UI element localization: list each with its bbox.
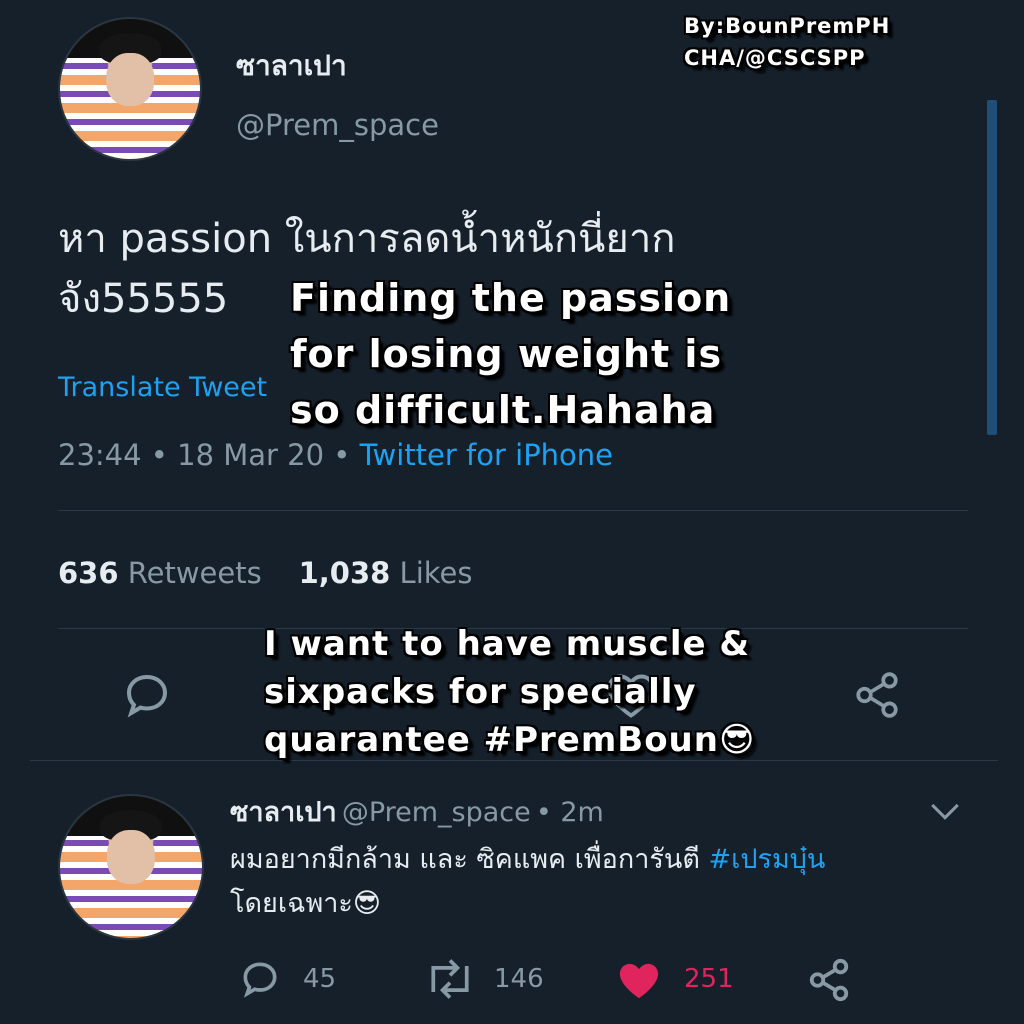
- user-handle[interactable]: @Prem_space: [236, 108, 439, 142]
- retweet-icon[interactable]: [424, 958, 476, 1000]
- heart-icon[interactable]: [616, 960, 662, 1002]
- credit-line2: CHA/@CSCSPP: [684, 46, 866, 70]
- divider: [58, 510, 968, 511]
- reply-caption-line2: sixpacks for specially: [264, 672, 697, 712]
- reply-avatar[interactable]: [58, 794, 204, 940]
- reply-handle[interactable]: @Prem_space: [342, 797, 531, 828]
- reply-caption-line3: quarantee #PremBoun😎: [264, 720, 756, 760]
- tweet-stats: 636 Retweets 1,038 Likes: [58, 556, 472, 590]
- reply-text: ผมอยากมีกล้าม และ ซิคแพค เพื่อการันตี: [230, 844, 709, 875]
- reply-display-name[interactable]: ซาลาเปา: [230, 797, 337, 828]
- chevron-down-icon[interactable]: [928, 800, 962, 824]
- reply-icon[interactable]: [238, 956, 282, 1002]
- translate-tweet-link[interactable]: Translate Tweet: [58, 372, 267, 403]
- hashtag-link[interactable]: #เปรมบุ๋น: [709, 844, 826, 875]
- share-icon[interactable]: [806, 956, 852, 1004]
- avatar[interactable]: [58, 17, 202, 161]
- retweet-count: 146: [494, 964, 544, 994]
- translation-caption-line3: so difficult.Hahaha: [290, 388, 716, 432]
- tweet-text-line2: จัง55555: [58, 276, 229, 322]
- reply-time[interactable]: • 2m: [536, 797, 604, 828]
- like-count: 251: [684, 964, 734, 994]
- reply-text-line2: โดยเฉพาะ😎: [230, 888, 382, 919]
- retweets-label[interactable]: Retweets: [128, 556, 262, 590]
- source-link[interactable]: Twitter for iPhone: [360, 438, 613, 472]
- credit-line1: By:BounPremPH: [684, 14, 891, 38]
- likes-label[interactable]: Likes: [400, 556, 473, 590]
- retweets-count[interactable]: 636: [58, 556, 119, 590]
- tweet-timestamp: 23:44 • 18 Mar 20 • Twitter for iPhone: [58, 438, 613, 472]
- share-icon[interactable]: [852, 668, 902, 722]
- translation-caption-line2: for losing weight is: [290, 332, 723, 376]
- display-name[interactable]: ซาลาเปา: [236, 44, 347, 88]
- likes-count[interactable]: 1,038: [299, 556, 391, 590]
- reply-header: ซาลาเปา @Prem_space • 2m: [230, 790, 604, 833]
- reply-icon[interactable]: [120, 668, 174, 722]
- reply-caption-line1: I want to have muscle &: [264, 624, 751, 664]
- reply-text-line1: ผมอยากมีกล้าม และ ซิคแพค เพื่อการันตี #เ…: [230, 840, 825, 880]
- reply-count: 45: [303, 964, 337, 994]
- scrollbar[interactable]: [987, 100, 997, 435]
- timestamp-text: 23:44 • 18 Mar 20 •: [58, 438, 351, 472]
- translation-caption-line1: Finding the passion: [290, 276, 732, 320]
- tweet-text-line1: หา passion ในการลดน้ำหนักนี่ยาก: [58, 216, 676, 262]
